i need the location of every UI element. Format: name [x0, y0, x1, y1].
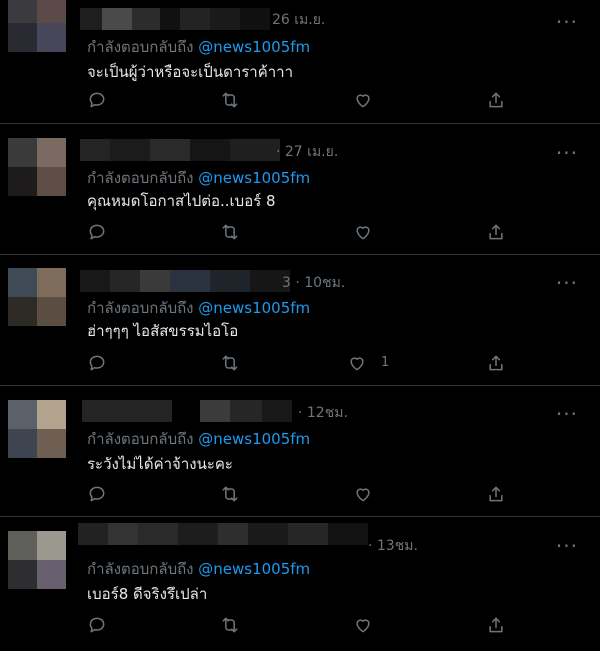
- mention-handle[interactable]: @news1005fm: [198, 169, 310, 187]
- retweet-icon[interactable]: [218, 89, 242, 111]
- tweet-actions: [85, 483, 515, 505]
- reply-icon[interactable]: [85, 483, 109, 505]
- tweet-timestamp[interactable]: 3 · 10ชม.: [282, 272, 345, 294]
- tweet-actions: [85, 89, 515, 111]
- reply-icon[interactable]: [85, 352, 109, 374]
- more-icon[interactable]: ···: [556, 12, 578, 32]
- retweet-icon[interactable]: [218, 352, 242, 374]
- reply-context: กำลังตอบกลับถึง @news1005fm: [87, 35, 310, 59]
- like-icon[interactable]: [345, 352, 369, 374]
- tweet[interactable]: 26 เม.ย. ··· กำลังตอบกลับถึง @news1005fm…: [0, 0, 600, 124]
- tweet-timestamp[interactable]: · 27 เม.ย.: [276, 141, 338, 163]
- tweet-text: ฮ่าๆๆๆ ไอสัสขรรมไอโอ: [87, 322, 239, 340]
- mention-handle[interactable]: @news1005fm: [198, 430, 310, 448]
- reply-context: กำลังตอบกลับถึง @news1005fm: [87, 166, 310, 190]
- tweet-timestamp[interactable]: · 13ชม.: [368, 535, 418, 557]
- reply-context: กำลังตอบกลับถึง @news1005fm: [87, 557, 310, 581]
- retweet-icon[interactable]: [218, 614, 242, 636]
- redacted-username: [82, 400, 292, 422]
- mention-handle[interactable]: @news1005fm: [198, 560, 310, 578]
- tweet-actions: [85, 614, 515, 636]
- avatar[interactable]: [8, 138, 66, 196]
- avatar[interactable]: [8, 0, 66, 52]
- tweet-text: เบอร์8 ดีจริงรึเปล่า: [87, 585, 208, 603]
- tweet[interactable]: · 27 เม.ย. ··· กำลังตอบกลับถึง @news1005…: [0, 124, 600, 255]
- redacted-username: [80, 270, 290, 292]
- tweet-text: คุณหมดโอกาสไปต่อ..เบอร์ 8: [87, 192, 276, 210]
- more-icon[interactable]: ···: [556, 273, 578, 293]
- redacted-username: [80, 8, 270, 30]
- tweet-text: จะเป็นผู้ว่าหรือจะเป็นดาราค้าาา: [87, 63, 294, 81]
- tweet[interactable]: · 13ชม. ··· กำลังตอบกลับถึง @news1005fm …: [0, 517, 600, 651]
- reply-context: กำลังตอบกลับถึง @news1005fm: [87, 296, 310, 320]
- redacted-username: [80, 139, 280, 161]
- more-icon[interactable]: ···: [556, 404, 578, 424]
- reply-icon[interactable]: [85, 614, 109, 636]
- reply-prefix: กำลังตอบกลับถึง: [87, 38, 194, 56]
- reply-icon[interactable]: [85, 221, 109, 243]
- reply-icon[interactable]: [85, 89, 109, 111]
- mention-handle[interactable]: @news1005fm: [198, 299, 310, 317]
- reply-context: กำลังตอบกลับถึง @news1005fm: [87, 427, 310, 451]
- mention-handle[interactable]: @news1005fm: [198, 38, 310, 56]
- like-icon[interactable]: [351, 483, 375, 505]
- share-icon[interactable]: [484, 89, 508, 111]
- share-icon[interactable]: [484, 221, 508, 243]
- tweet[interactable]: · 12ชม. ··· กำลังตอบกลับถึง @news1005fm …: [0, 386, 600, 517]
- reply-prefix: กำลังตอบกลับถึง: [87, 169, 194, 187]
- retweet-icon[interactable]: [218, 483, 242, 505]
- more-icon[interactable]: ···: [556, 536, 578, 556]
- reply-prefix: กำลังตอบกลับถึง: [87, 299, 194, 317]
- redacted-username: [78, 523, 368, 545]
- share-icon[interactable]: [484, 352, 508, 374]
- share-icon[interactable]: [484, 483, 508, 505]
- avatar[interactable]: [8, 268, 66, 326]
- like-icon[interactable]: [351, 221, 375, 243]
- tweet-timestamp[interactable]: 26 เม.ย.: [272, 9, 325, 31]
- tweet-text: ระวังไม่ได้ค่าจ้างนะคะ: [87, 455, 233, 473]
- like-count: 1: [381, 355, 390, 370]
- tweet-actions: [85, 221, 515, 243]
- share-icon[interactable]: [484, 614, 508, 636]
- tweet-actions: 1: [85, 352, 515, 374]
- avatar[interactable]: [8, 400, 66, 458]
- tweet-timestamp[interactable]: · 12ชม.: [298, 402, 348, 424]
- like-icon[interactable]: [351, 614, 375, 636]
- avatar[interactable]: [8, 531, 66, 589]
- reply-prefix: กำลังตอบกลับถึง: [87, 430, 194, 448]
- retweet-icon[interactable]: [218, 221, 242, 243]
- like-icon[interactable]: [351, 89, 375, 111]
- more-icon[interactable]: ···: [556, 143, 578, 163]
- reply-prefix: กำลังตอบกลับถึง: [87, 560, 194, 578]
- tweet[interactable]: 3 · 10ชม. ··· กำลังตอบกลับถึง @news1005f…: [0, 255, 600, 386]
